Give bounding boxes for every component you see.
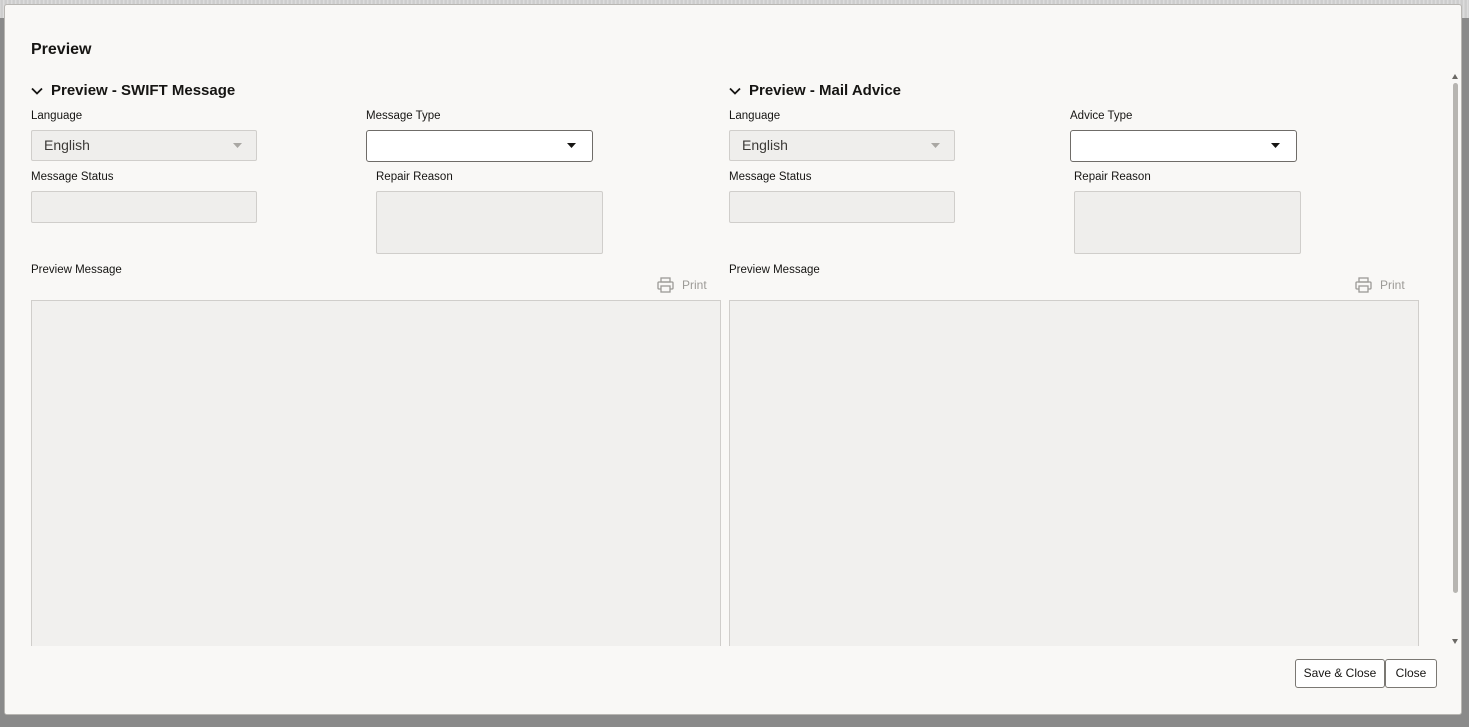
swift-message-type-label: Message Type — [366, 110, 441, 122]
mail-advice-type-select[interactable] — [1070, 130, 1297, 162]
caret-down-icon — [931, 143, 940, 148]
dialog-footer — [5, 646, 1445, 714]
mail-message-status-field[interactable] — [729, 191, 955, 223]
close-button[interactable]: Close — [1385, 659, 1437, 688]
swift-repair-reason-field[interactable] — [376, 191, 603, 254]
mail-language-value: English — [742, 137, 788, 153]
mail-repair-reason-label: Repair Reason — [1074, 171, 1151, 183]
printer-icon — [657, 277, 674, 293]
mail-preview-message-label: Preview Message — [729, 264, 820, 276]
scroll-up-arrow-icon[interactable] — [1452, 74, 1458, 79]
section-title-swift-message: Preview - SWIFT Message — [51, 82, 236, 99]
mail-language-label: Language — [729, 110, 781, 122]
swift-repair-reason-label: Repair Reason — [376, 171, 453, 183]
content-scrollbar[interactable] — [1451, 71, 1460, 647]
caret-down-icon — [567, 143, 576, 148]
mail-print-label: Print — [1380, 278, 1405, 292]
section-toggle-mail-advice[interactable]: Preview - Mail Advice — [729, 82, 901, 99]
swift-preview-message-area[interactable] — [31, 300, 721, 660]
section-toggle-swift-message[interactable]: Preview - SWIFT Message — [31, 82, 235, 99]
mail-print-button[interactable]: Print — [1355, 277, 1405, 293]
section-title-mail-advice: Preview - Mail Advice — [749, 82, 902, 99]
preview-dialog: Preview Preview - SWIFT Message Language… — [4, 4, 1462, 715]
swift-print-button[interactable]: Print — [657, 277, 707, 293]
caret-down-icon — [233, 143, 242, 148]
scroll-down-arrow-icon[interactable] — [1452, 639, 1458, 644]
chevron-down-icon — [729, 87, 741, 95]
swift-print-label: Print — [682, 278, 707, 292]
swift-message-status-field[interactable] — [31, 191, 257, 223]
swift-preview-message-label: Preview Message — [31, 264, 122, 276]
caret-down-icon — [1271, 143, 1280, 148]
mail-message-status-label: Message Status — [729, 171, 812, 183]
printer-icon — [1355, 277, 1372, 293]
swift-language-value: English — [44, 137, 90, 153]
swift-message-status-label: Message Status — [31, 171, 114, 183]
mail-repair-reason-field[interactable] — [1074, 191, 1301, 254]
swift-language-select[interactable]: English — [31, 130, 257, 161]
mail-preview-message-area[interactable] — [729, 300, 1419, 660]
mail-advice-type-label: Advice Type — [1070, 110, 1133, 122]
scroll-thumb[interactable] — [1453, 83, 1458, 593]
swift-language-label: Language — [31, 110, 83, 122]
save-and-close-button[interactable]: Save & Close — [1295, 659, 1385, 688]
swift-message-type-select[interactable] — [366, 130, 593, 162]
dialog-title: Preview — [31, 41, 92, 58]
chevron-down-icon — [31, 87, 43, 95]
mail-language-select[interactable]: English — [729, 130, 955, 161]
